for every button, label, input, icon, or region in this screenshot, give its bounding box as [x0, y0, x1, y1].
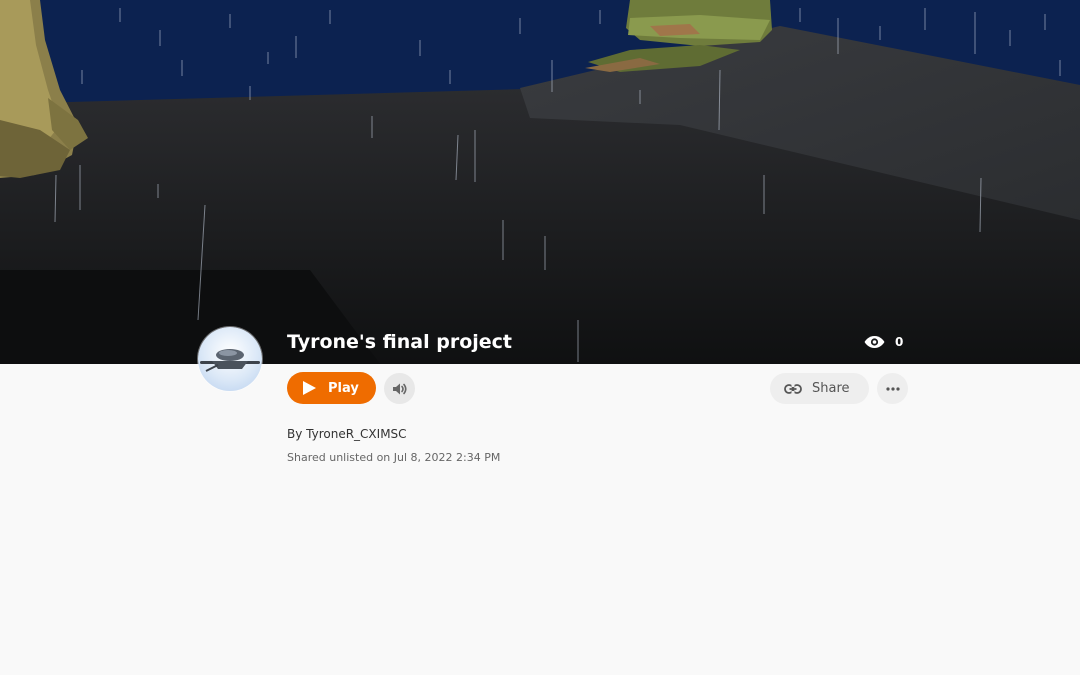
scene-illustration — [0, 0, 1080, 364]
scene-preview[interactable] — [0, 0, 1080, 364]
play-button-label: Play — [328, 380, 359, 396]
project-title: Tyrone's final project — [287, 331, 512, 353]
view-count: 0 — [895, 335, 904, 349]
view-counter: 0 — [864, 335, 903, 349]
play-button[interactable]: Play — [287, 372, 376, 404]
share-button[interactable]: Share — [770, 373, 869, 404]
eye-icon — [864, 336, 885, 348]
share-button-label: Share — [812, 381, 850, 396]
project-details — [0, 364, 1080, 675]
play-triangle-icon — [303, 381, 316, 395]
avatar[interactable] — [198, 327, 262, 391]
speaker-icon — [392, 383, 407, 394]
author-line: By TyroneR_CXIMSC — [287, 427, 407, 441]
project-page: Tyrone's final project 0 Play Share By T… — [0, 0, 1080, 675]
link-icon — [784, 383, 802, 394]
more-options-button[interactable] — [877, 373, 908, 404]
airship-icon — [200, 349, 260, 372]
shared-date: Shared unlisted on Jul 8, 2022 2:34 PM — [287, 451, 501, 464]
sound-toggle-button[interactable] — [384, 373, 415, 404]
more-dots-icon — [885, 386, 900, 391]
